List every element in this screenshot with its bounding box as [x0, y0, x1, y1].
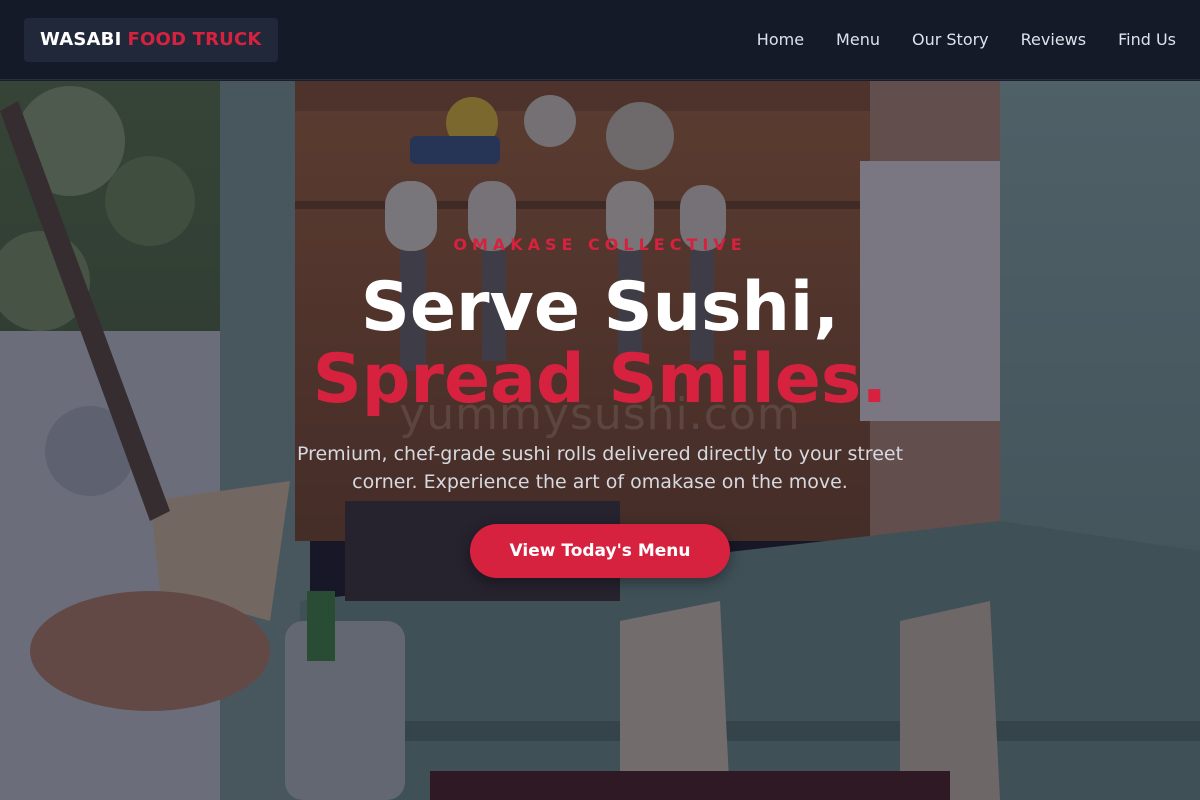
nav-link-find-us[interactable]: Find Us — [1118, 30, 1176, 49]
nav-link-reviews[interactable]: Reviews — [1021, 30, 1086, 49]
hero-content: OMAKASE COLLECTIVE Serve Sushi, Spread S… — [0, 81, 1200, 800]
hero-kicker: OMAKASE COLLECTIVE — [453, 235, 747, 254]
hero-subtext: Premium, chef-grade sushi rolls delivere… — [296, 443, 904, 493]
brand-logo[interactable]: WASABI FOOD TRUCK — [24, 17, 278, 62]
navbar: WASABI FOOD TRUCK Home Menu Our Story Re… — [0, 0, 1200, 80]
nav-link-menu[interactable]: Menu — [836, 30, 880, 49]
nav-links: Home Menu Our Story Reviews Find Us — [757, 30, 1176, 49]
view-menu-button[interactable]: View Today's Menu — [469, 524, 731, 578]
nav-link-home[interactable]: Home — [757, 30, 804, 49]
brand-name-primary: WASABI — [40, 29, 122, 50]
nav-link-our-story[interactable]: Our Story — [912, 30, 989, 49]
hero-headline-line2: Spread Smiles. — [312, 340, 888, 419]
hero-headline-line1: Serve Sushi, — [360, 268, 840, 347]
brand-name-secondary: FOOD TRUCK — [127, 29, 262, 50]
hero-section: yummysushi.com OMAKASE COLLECTIVE Serve … — [0, 81, 1200, 800]
